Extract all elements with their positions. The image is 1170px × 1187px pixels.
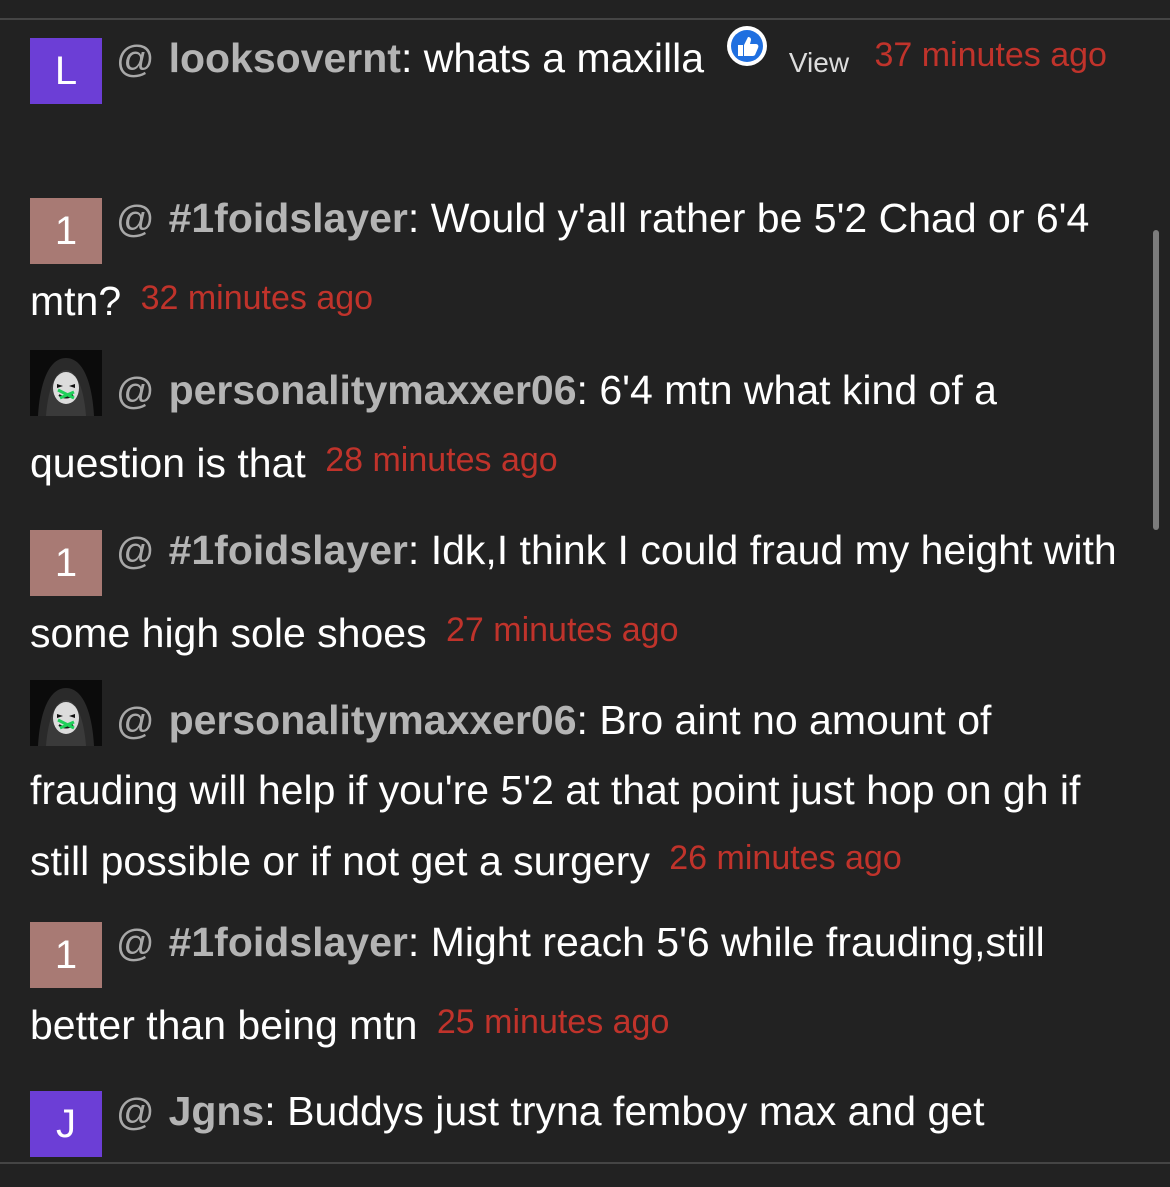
avatar[interactable]: J	[30, 1091, 102, 1157]
mention-at-symbol: @	[116, 371, 155, 413]
timestamp: 26 minutes ago	[669, 839, 902, 877]
username-link[interactable]: personalitymaxxer06	[169, 697, 577, 743]
thumbs-up-icon[interactable]	[725, 20, 769, 66]
timestamp: 37 minutes ago	[874, 36, 1107, 74]
username-separator: :	[407, 195, 420, 241]
timestamp: 25 minutes ago	[436, 1003, 670, 1041]
username-separator: :	[407, 919, 420, 965]
view-link[interactable]: View	[789, 47, 849, 78]
chat-message-list[interactable]: L @ looksovernt: whats a maxilla View 37 m…	[0, 0, 1140, 1162]
username-link[interactable]: #1foidslayer	[169, 919, 408, 965]
username-link[interactable]: personalitymaxxer06	[169, 367, 577, 413]
chat-message: L @ looksovernt: whats a maxilla View 37 m…	[0, 20, 1140, 104]
chat-message: 1 @ #1foidslayer: Idk,I think I could frau…	[0, 516, 1140, 667]
mention-at-symbol: @	[116, 531, 155, 573]
avatar[interactable]: 1	[30, 530, 102, 596]
chat-message: J @ Jgns: Buddys just tryna femboy max and…	[0, 1074, 1140, 1157]
mention-at-symbol: @	[116, 199, 155, 241]
mention-at-symbol: @	[116, 1092, 155, 1134]
username-link[interactable]: #1foidslayer	[169, 527, 408, 573]
mention-at-symbol: @	[116, 39, 155, 81]
scrollbar-thumb[interactable]	[1153, 230, 1159, 530]
username-separator: :	[400, 35, 413, 81]
timestamp: 32 minutes ago	[140, 279, 374, 317]
masked-hacker-avatar-icon[interactable]	[30, 350, 102, 416]
username-separator: :	[576, 697, 588, 743]
chat-message: @ personalitymaxxer06: Bro aint no amount…	[0, 680, 1140, 895]
masked-hacker-avatar-icon[interactable]	[30, 680, 102, 746]
chat-message: 1 @ #1foidslayer: Might reach 5'6 while fr…	[0, 908, 1140, 1059]
message-text: Buddys just tryna femboy max and get	[287, 1088, 985, 1134]
username-link[interactable]: Jgns	[169, 1088, 265, 1134]
avatar[interactable]: 1	[30, 922, 102, 988]
bottom-divider	[0, 1162, 1170, 1164]
mention-at-symbol: @	[116, 701, 155, 743]
username-link[interactable]: looksovernt	[169, 35, 401, 81]
username-separator: :	[576, 367, 588, 413]
username-link[interactable]: #1foidslayer	[169, 195, 408, 241]
avatar[interactable]: L	[30, 38, 102, 104]
mention-at-symbol: @	[116, 923, 155, 965]
timestamp: 27 minutes ago	[445, 611, 679, 649]
chat-message: @ personalitymaxxer06: 6'4 mtn what kind …	[0, 350, 1140, 497]
timestamp: 28 minutes ago	[325, 441, 558, 479]
username-separator: :	[264, 1088, 276, 1134]
avatar[interactable]: 1	[30, 198, 102, 264]
username-separator: :	[407, 527, 420, 573]
chat-message: 1 @ #1foidslayer: Would y'all rather be 5'…	[0, 184, 1140, 335]
message-text: whats a maxilla	[423, 35, 705, 81]
